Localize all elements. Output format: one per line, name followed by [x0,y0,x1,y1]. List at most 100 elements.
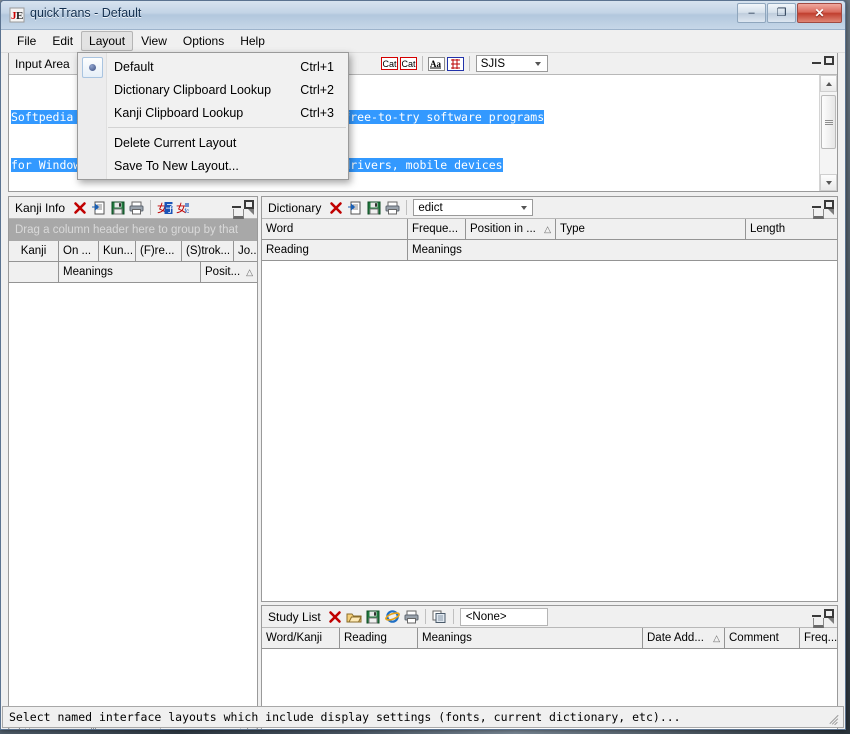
kanji-col-position[interactable]: Posit... △ [201,262,257,283]
kanji-header-row-1: Kanji On ... Kun... (F)re... (S)trok... … [9,241,257,262]
menu-item-dictionary-clipboard-lookup[interactable]: Dictionary Clipboard Lookup Ctrl+2 [78,78,348,101]
study-list-dock-buttons [813,618,834,628]
encoding-combo[interactable]: SJIS [475,55,548,72]
print-icon[interactable] [127,199,146,217]
kanji-header-row-2: Meanings Posit... △ [9,262,257,283]
panel-maximize-icon[interactable] [824,200,834,209]
kanji-lookup-icon[interactable]: 女子 [155,199,174,217]
study-list-title: Study List [268,609,321,624]
dock-pin-icon[interactable] [233,209,244,219]
internet-explorer-icon[interactable] [383,608,402,626]
print-icon[interactable] [383,199,402,217]
font-aa-icon[interactable]: Aa [427,55,446,73]
dictionary-col-position-label: Position in ... [470,223,536,235]
study-list-select-value: <None> [465,610,507,623]
dock-arrow-icon[interactable] [828,618,834,624]
study-col-frequency[interactable]: Freq... [800,628,837,649]
study-col-date-added[interactable]: Date Add... △ [643,628,725,649]
delete-red-x-icon[interactable] [70,199,89,217]
kanji-col-strokes[interactable]: (S)trok... [182,241,234,262]
dictionary-col-reading[interactable]: Reading [262,240,408,261]
panel-minimize-icon[interactable] [812,62,821,64]
menu-item-kanji-clipboard-lookup-accel: Ctrl+3 [300,105,334,120]
dictionary-grid-body[interactable] [262,262,837,601]
save-disk-icon[interactable] [364,608,383,626]
menu-item-dictionary-clipboard-lookup-accel: Ctrl+2 [300,82,334,97]
menu-help[interactable]: Help [232,31,273,51]
kanji-col-on[interactable]: On ... [59,241,99,262]
maximize-button[interactable]: ❐ [767,3,796,23]
delete-red-x-icon[interactable] [326,199,345,217]
panel-minimize-icon[interactable] [812,615,821,617]
kanji-info-grid-body[interactable] [9,305,257,716]
dock-arrow-icon[interactable] [828,209,834,215]
study-col-meanings[interactable]: Meanings [418,628,643,649]
status-bar: Select named interface layouts which inc… [2,706,844,728]
scroll-up-arrow-icon[interactable] [820,75,837,92]
kanji-furigana-icon[interactable]: 女 fc [174,199,193,217]
dictionary-col-frequency[interactable]: Freque... [408,219,466,240]
resize-grip[interactable] [827,710,841,726]
print-icon[interactable] [402,608,421,626]
dictionary-col-type[interactable]: Type [556,219,746,240]
encoding-value: SJIS [480,57,506,70]
kanji-col-kanji[interactable]: Kanji [9,241,59,262]
cat-red-icon-2[interactable]: Cat [399,55,418,73]
study-col-comment[interactable]: Comment [725,628,800,649]
kanji-grid-icon[interactable] [446,55,465,73]
menu-item-default[interactable]: Default Ctrl+1 [78,55,348,78]
kanji-col-frequency[interactable]: (F)re... [136,241,182,262]
title-bar[interactable]: J E quickTrans - Default – ❐ ✕ [1,1,845,30]
menu-options[interactable]: Options [175,31,232,51]
copy-icon[interactable] [430,608,449,626]
menu-item-default-label: Default [114,59,154,74]
dictionary-col-position[interactable]: Position in ... △ [466,219,556,240]
save-disk-icon[interactable] [364,199,383,217]
input-area-vscrollbar[interactable] [819,75,837,191]
study-col-reading[interactable]: Reading [340,628,418,649]
cat-red-icon[interactable]: Cat [380,55,399,73]
close-button[interactable]: ✕ [797,3,842,23]
menu-item-kanji-clipboard-lookup[interactable]: Kanji Clipboard Lookup Ctrl+3 [78,101,348,124]
dock-pin-icon[interactable] [813,209,824,219]
menu-item-delete-current-layout-label: Delete Current Layout [114,135,237,150]
dock-pin-icon[interactable] [813,618,824,628]
kanji-col-kun[interactable]: Kun... [99,241,136,262]
scrollbar-thumb[interactable] [821,95,836,149]
menu-layout[interactable]: Layout [81,31,134,51]
open-file-icon[interactable] [345,199,364,217]
input-area-panel-buttons [812,55,834,65]
dictionary-select[interactable]: edict [413,199,534,216]
panel-maximize-icon[interactable] [824,56,834,65]
delete-red-x-icon[interactable] [326,608,345,626]
dictionary-col-meanings[interactable]: Meanings [408,240,837,261]
menu-item-save-to-new-layout[interactable]: Save To New Layout... [78,154,348,177]
scroll-down-arrow-icon[interactable] [820,174,837,191]
panel-maximize-icon[interactable] [244,200,254,209]
kanji-info-dock-buttons [233,209,254,219]
panel-minimize-icon[interactable] [232,206,241,208]
study-col-word-kanji[interactable]: Word/Kanji [262,628,340,649]
menu-file[interactable]: File [9,31,44,51]
dictionary-col-length[interactable]: Length [746,219,837,240]
kanji-group-hint[interactable]: Drag a column header here to group by th… [9,219,257,241]
menu-edit[interactable]: Edit [44,31,81,51]
minimize-button[interactable]: – [737,3,766,23]
study-list-select[interactable]: <None> [459,607,548,626]
open-folder-icon[interactable] [345,608,364,626]
save-disk-icon[interactable] [108,199,127,217]
menu-item-delete-current-layout[interactable]: Delete Current Layout [78,131,348,154]
dictionary-col-word[interactable]: Word [262,219,408,240]
kanji-col-jo[interactable]: Jo... [234,241,257,262]
menu-view[interactable]: View [133,31,175,51]
kanji-col-position-label: Posit... [205,266,241,278]
svg-text:子: 子 [165,203,173,215]
open-file-icon[interactable] [89,199,108,217]
panel-maximize-icon[interactable] [824,609,834,618]
svg-text:fc: fc [184,209,189,215]
panel-minimize-icon[interactable] [812,206,821,208]
toolbar-separator-3 [468,56,470,71]
kanji-info-panel: Kanji Info 女子 女fc [8,196,258,729]
kanji-col-meanings[interactable]: Meanings [59,262,201,283]
dock-arrow-icon[interactable] [248,209,254,215]
